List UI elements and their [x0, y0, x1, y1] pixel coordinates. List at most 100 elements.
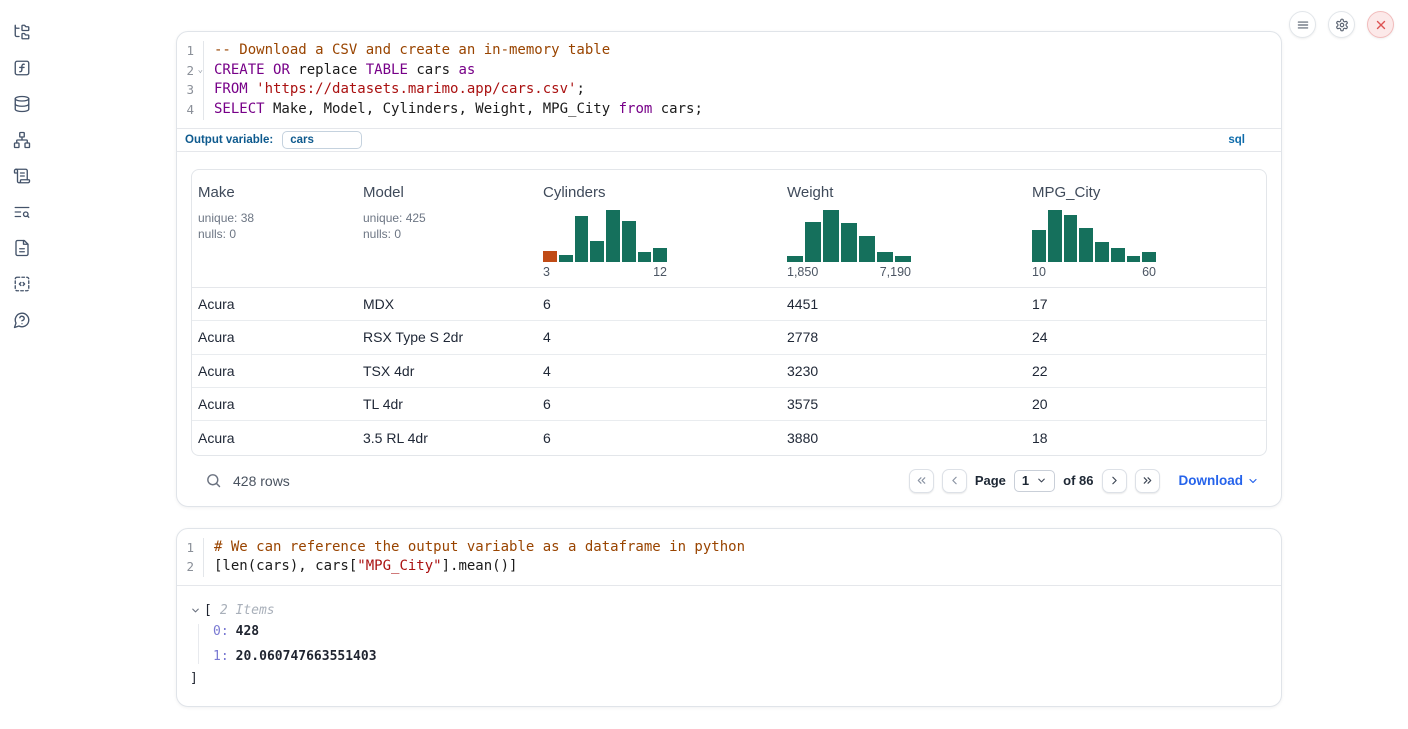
histogram-bar [653, 248, 667, 262]
histogram-bar [575, 216, 589, 262]
dependency-graph-icon[interactable] [13, 131, 31, 149]
table-cell: Acura [192, 430, 357, 446]
histogram-bar [622, 221, 636, 262]
download-button[interactable]: Download [1179, 473, 1260, 488]
shutdown-button[interactable] [1367, 11, 1394, 38]
code-token: cars [408, 62, 459, 78]
next-page-button[interactable] [1102, 469, 1127, 493]
code-token: 'https://datasets.marimo.app/cars.csv' [256, 81, 576, 97]
histogram-bars [1032, 210, 1156, 262]
line-number: 1 [177, 41, 204, 61]
table-row: AcuraRSX Type S 2dr4277824 [192, 321, 1266, 354]
menu-button[interactable] [1289, 11, 1316, 38]
python-cell-output: [ 2 Items 0:428 1:20.060747663551403 ] [177, 585, 1281, 706]
histogram-axis-labels: 1060 [1032, 265, 1156, 279]
page-select[interactable]: 1 [1014, 470, 1055, 492]
variables-icon[interactable] [13, 59, 31, 77]
code-token: ].mean()] [442, 558, 518, 574]
table-cell: Acura [192, 296, 357, 312]
histogram-axis-labels: 312 [543, 265, 667, 279]
column-name[interactable]: Make [198, 184, 235, 201]
histogram-bar [1032, 230, 1046, 262]
chevron-down-icon[interactable] [190, 605, 201, 616]
column-name[interactable]: Cylinders [543, 184, 606, 201]
stat-nulls: nulls: 0 [363, 226, 537, 243]
tree-key: 1: [213, 649, 229, 664]
page-total-label: of 86 [1063, 473, 1093, 488]
chevron-down-icon [1036, 475, 1047, 486]
table-cell: 4 [537, 363, 781, 379]
output-variable-label: Output variable: [185, 134, 273, 146]
snippets-icon[interactable] [13, 275, 31, 293]
code-line: 4SELECT Make, Model, Cylinders, Weight, … [177, 100, 1281, 120]
histogram-bar [877, 252, 893, 262]
column-header-weight: Weight 1,8507,190 [781, 184, 1026, 279]
tree-root: [ 2 Items [190, 603, 1267, 618]
helper-sidebar [0, 0, 44, 729]
code-token: cars; [652, 101, 703, 117]
prev-page-button[interactable] [942, 469, 967, 493]
column-name[interactable]: MPG_City [1032, 184, 1100, 201]
column-name[interactable]: Model [363, 184, 404, 201]
code-text: CREATE OR replace TABLE cars as [204, 61, 475, 81]
code-line: 3FROM 'https://datasets.marimo.app/cars.… [177, 80, 1281, 100]
chevrons-left-icon [915, 474, 928, 487]
table-cell: 22 [1026, 363, 1266, 379]
table-cell: 18 [1026, 430, 1266, 446]
documentation-icon[interactable] [13, 239, 31, 257]
axis-tick-label: 10 [1032, 265, 1046, 279]
logs-icon[interactable] [13, 203, 31, 221]
datasources-icon[interactable] [13, 95, 31, 113]
tree-value: 20.060747663551403 [236, 649, 377, 664]
output-variable-input[interactable] [282, 131, 362, 149]
page-select-value: 1 [1022, 473, 1029, 488]
table-cell: 6 [537, 430, 781, 446]
table-body: AcuraMDX6445117AcuraRSX Type S 2dr427782… [192, 288, 1266, 455]
sql-cell-editor[interactable]: 1 -- Download a CSV and create an in-memo… [177, 32, 1281, 128]
scratchpad-icon[interactable] [13, 167, 31, 185]
table-cell: 3230 [781, 363, 1026, 379]
code-token: SELECT [214, 101, 265, 117]
table-cell: 17 [1026, 296, 1266, 312]
column-stats: unique: 38 nulls: 0 [198, 210, 357, 243]
sql-cell-output: Make unique: 38 nulls: 0 Model unique: 4… [177, 152, 1281, 506]
file-explorer-icon[interactable] [13, 23, 31, 41]
open-bracket: [ [204, 603, 212, 618]
code-token: FROM [214, 81, 248, 97]
table-cell: 4 [537, 329, 781, 345]
table-cell: TL 4dr [357, 396, 537, 412]
code-text: # We can reference the output variable a… [204, 538, 745, 558]
code-line: 2[len(cars), cars["MPG_City"].mean()] [177, 557, 1281, 577]
settings-button[interactable] [1328, 11, 1355, 38]
code-token: -- Download a CSV and create an in-memor… [214, 42, 610, 58]
histogram-bar [1095, 242, 1109, 262]
mpg-city-histogram: 1060 [1032, 210, 1156, 279]
row-count: 428 rows [233, 473, 290, 489]
python-cell-editor[interactable]: 1# We can reference the output variable … [177, 529, 1281, 585]
line-number: 4 [177, 100, 204, 120]
code-line: 2⌄CREATE OR replace TABLE cars as [177, 61, 1281, 81]
search-icon[interactable] [205, 472, 222, 489]
table-row: AcuraMDX6445117 [192, 288, 1266, 321]
table-cell: RSX Type S 2dr [357, 329, 537, 345]
help-icon[interactable] [13, 311, 31, 329]
code-line: 1# We can reference the output variable … [177, 538, 1281, 558]
code-token: as [458, 62, 475, 78]
code-text: FROM 'https://datasets.marimo.app/cars.c… [204, 80, 585, 100]
fold-chevron-icon[interactable]: ⌄ [198, 61, 203, 81]
column-name[interactable]: Weight [787, 184, 833, 201]
axis-tick-label: 7,190 [880, 265, 911, 279]
chevron-left-icon [948, 474, 961, 487]
page-label: Page [975, 473, 1006, 488]
first-page-button[interactable] [909, 469, 934, 493]
tree-entry: 1: 20.060747663551403 [213, 649, 1267, 664]
table-row: AcuraTL 4dr6357520 [192, 388, 1266, 421]
code-line: 1 -- Download a CSV and create an in-memo… [177, 41, 1281, 61]
histogram-bar [1048, 210, 1062, 262]
histogram-bar [1127, 256, 1141, 262]
chevron-down-icon [1247, 475, 1259, 487]
stat-unique: unique: 425 [363, 210, 537, 227]
column-header-cylinders: Cylinders 312 [537, 184, 781, 279]
chevrons-right-icon [1141, 474, 1154, 487]
last-page-button[interactable] [1135, 469, 1160, 493]
